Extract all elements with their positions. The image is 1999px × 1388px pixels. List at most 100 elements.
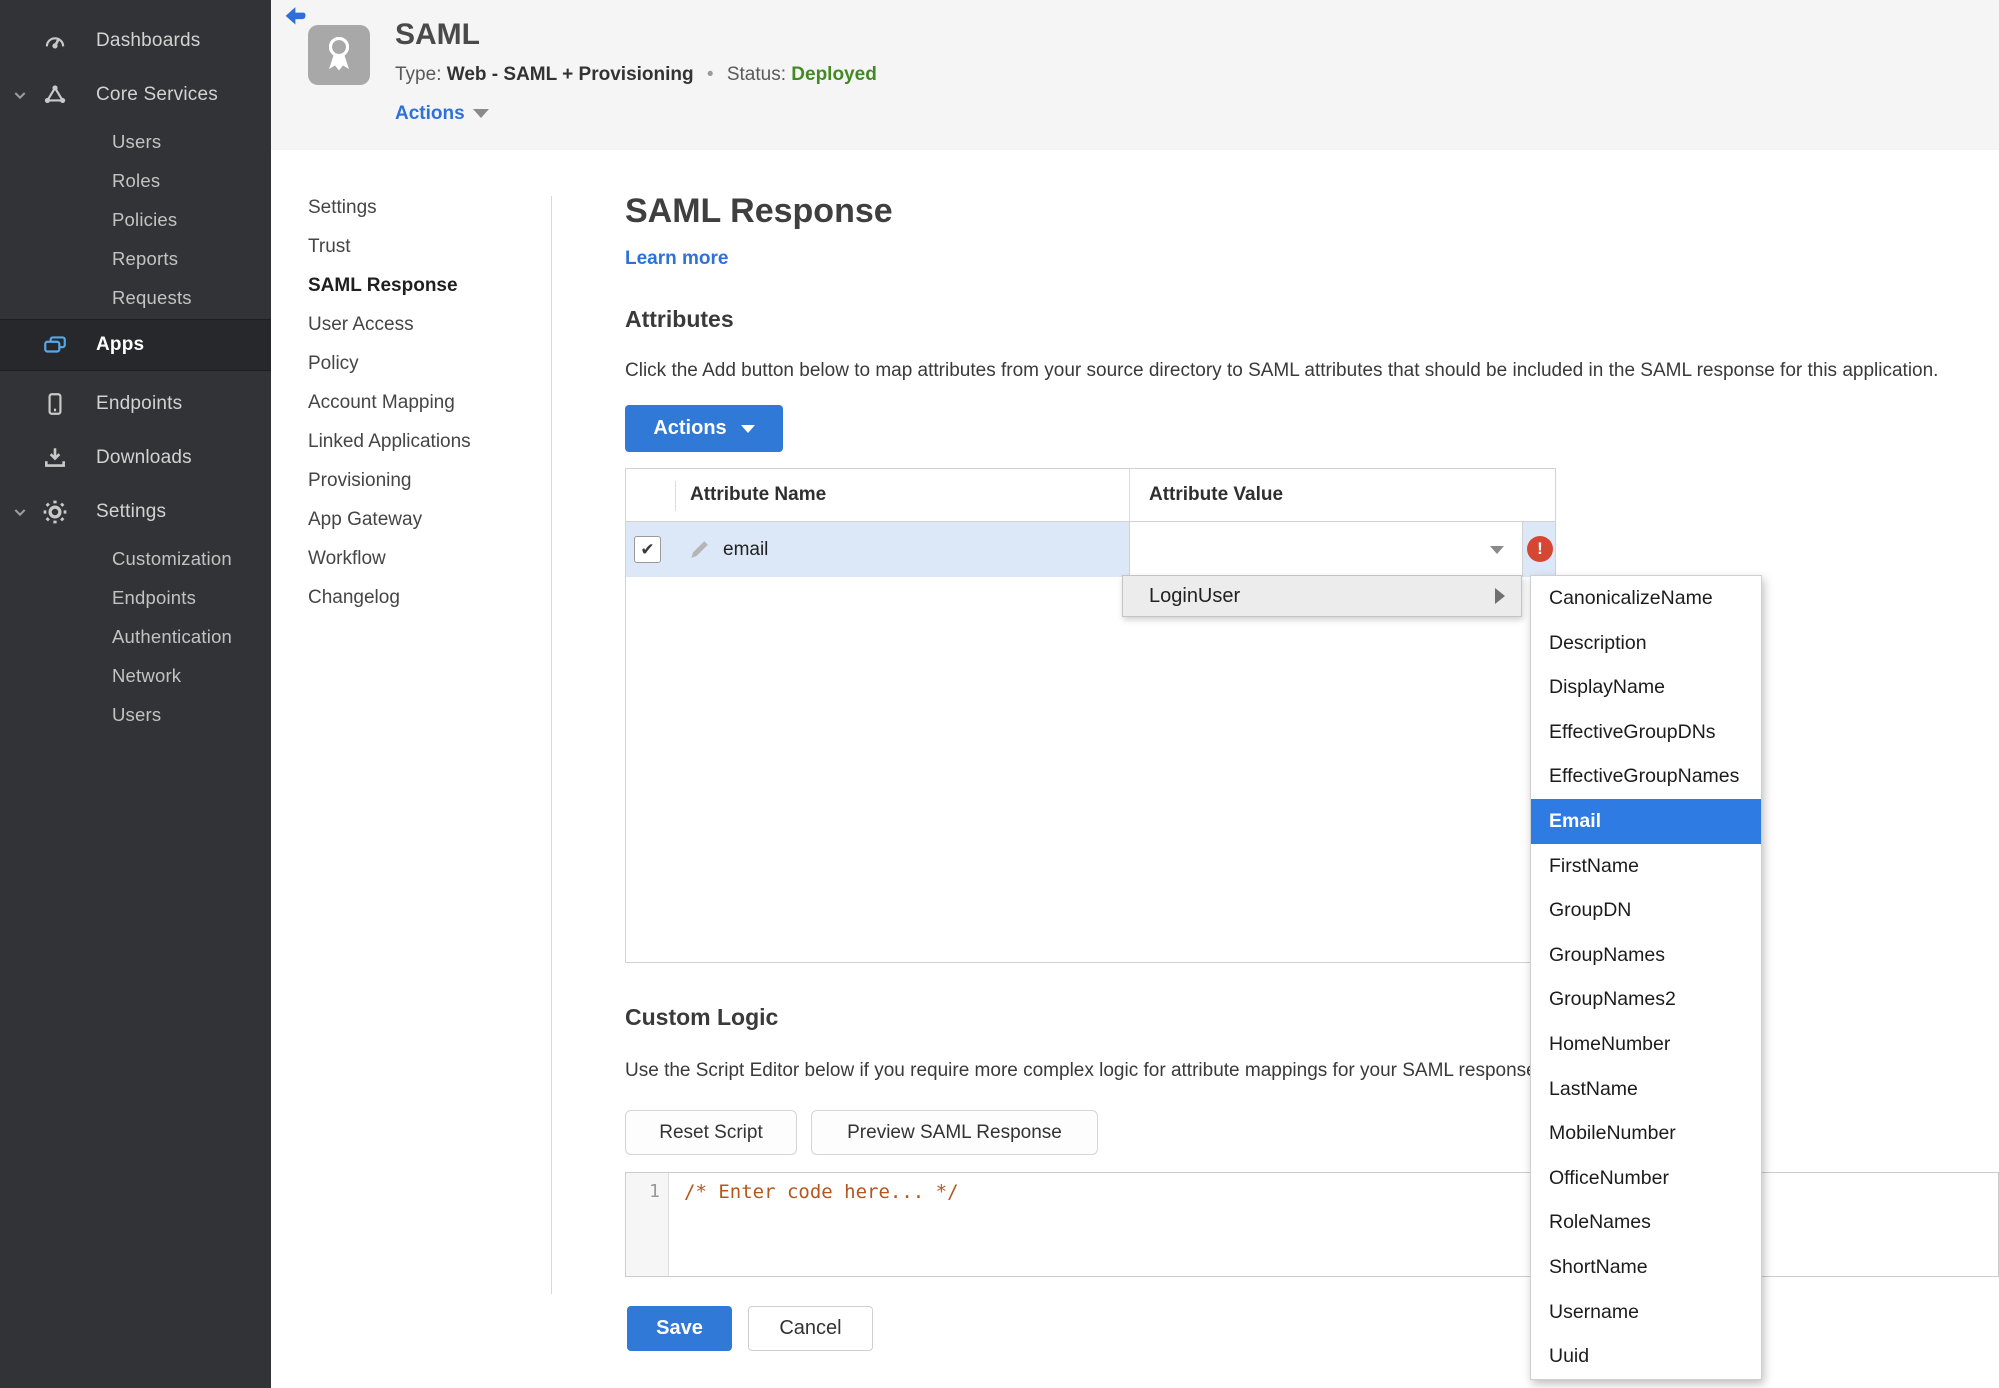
sidebar-item-label: Dashboards (96, 30, 201, 51)
status-badge: Deployed (791, 64, 877, 85)
sidebar-item-label: Endpoints (96, 393, 183, 414)
sidebar-item-reports[interactable]: Reports (0, 239, 271, 278)
submenu-item[interactable]: Email (1531, 798, 1761, 844)
sidebar-item-settings[interactable]: Settings (0, 485, 271, 539)
row-checkbox[interactable]: ✔ (634, 536, 661, 563)
subnav-item[interactable]: App Gateway (308, 500, 528, 539)
sidebar-item-downloads[interactable]: Downloads (0, 431, 271, 485)
cancel-button[interactable]: Cancel (748, 1306, 873, 1351)
table-header: Attribute Name Attribute Value (626, 469, 1555, 522)
submenu-item[interactable]: EffectiveGroupNames (1531, 754, 1761, 799)
submenu-item[interactable]: GroupDN (1531, 888, 1761, 933)
editor-gutter: 1 (626, 1173, 669, 1276)
editor-code: /* Enter code here... */ (684, 1181, 959, 1203)
submenu-item[interactable]: FirstName (1531, 844, 1761, 889)
sidebar-item-label: Settings (96, 501, 167, 522)
custom-logic-heading: Custom Logic (625, 1004, 779, 1030)
phone-icon (42, 391, 68, 417)
attribute-value-combobox[interactable] (1129, 522, 1523, 577)
error-icon: ! (1527, 536, 1553, 562)
submenu-item[interactable]: GroupNames2 (1531, 977, 1761, 1022)
sidebar-item-endpoints[interactable]: Endpoints (0, 377, 271, 431)
app-title: SAML (395, 18, 480, 51)
submenu-item[interactable]: LastName (1531, 1067, 1761, 1112)
chevron-down-icon (1490, 546, 1504, 554)
submenu-item[interactable]: MobileNumber (1531, 1111, 1761, 1156)
subnav-item[interactable]: SAML Response (308, 266, 528, 305)
submenu-item[interactable]: Description (1531, 621, 1761, 666)
sidebar-item-customization[interactable]: Customization (0, 539, 271, 578)
app-logo (308, 25, 370, 85)
type-value: Web - SAML + Provisioning (446, 64, 694, 85)
table-row[interactable]: ✔ email ! (626, 522, 1555, 577)
subnav-item[interactable]: Changelog (308, 578, 528, 617)
gear-icon (42, 499, 68, 525)
sidebar-item-apps[interactable]: Apps (0, 319, 271, 371)
chevron-down-icon (472, 109, 489, 119)
loginuser-submenu: CanonicalizeName Description DisplayName… (1530, 575, 1762, 1380)
sidebar-item-dashboards[interactable]: Dashboards (0, 14, 271, 68)
chevron-down-icon (12, 87, 28, 103)
submenu-item[interactable]: DisplayName (1531, 665, 1761, 710)
line-number: 1 (649, 1181, 660, 1202)
submenu-item[interactable]: ShortName (1531, 1245, 1761, 1290)
learn-more-link[interactable]: Learn more (625, 248, 728, 270)
download-icon (42, 445, 68, 471)
app-section-nav: Settings Trust SAML Response User Access… (308, 188, 528, 617)
submenu-item[interactable]: Username (1531, 1290, 1761, 1335)
sidebar-item-network[interactable]: Network (0, 656, 271, 695)
subnav-item[interactable]: Settings (308, 188, 528, 227)
app-meta: Type: Web - SAML + Provisioning • Status… (395, 64, 877, 86)
meta-separator: • (706, 64, 714, 85)
submenu-item[interactable]: GroupNames (1531, 933, 1761, 978)
chevron-down-icon (740, 424, 755, 433)
submenu-arrow-icon (1495, 588, 1505, 604)
back-arrow-icon[interactable] (284, 6, 310, 30)
sidebar-item-label: Core Services (96, 84, 218, 105)
subnav-item[interactable]: Policy (308, 344, 528, 383)
header-actions-menu[interactable]: Actions (395, 103, 489, 125)
attributes-description: Click the Add button below to map attrib… (625, 360, 1939, 381)
submenu-item[interactable]: EffectiveGroupDNs (1531, 710, 1761, 755)
custom-logic-description: Use the Script Editor below if you requi… (625, 1060, 1542, 1081)
dropdown-item-label: LoginUser (1149, 584, 1241, 607)
attributes-heading: Attributes (625, 306, 734, 332)
save-button[interactable]: Save (627, 1306, 732, 1351)
submenu-item[interactable]: OfficeNumber (1531, 1156, 1761, 1201)
page-title: SAML Response (625, 192, 893, 230)
chevron-down-icon (12, 504, 28, 520)
status-label: Status: (726, 64, 786, 85)
sidebar-item-users[interactable]: Users (0, 122, 271, 161)
subnav-item[interactable]: Workflow (308, 539, 528, 578)
sidebar-item-authentication[interactable]: Authentication (0, 617, 271, 656)
value-dropdown-loginuser[interactable]: LoginUser (1122, 575, 1522, 617)
attribute-name-cell: email (723, 538, 769, 560)
sidebar-item-core-services[interactable]: Core Services (0, 68, 271, 122)
script-editor[interactable]: 1 /* Enter code here... */ (625, 1172, 1999, 1277)
attributes-table: Attribute Name Attribute Value ✔ email ! (625, 468, 1556, 963)
submenu-item[interactable]: RoleNames (1531, 1200, 1761, 1245)
subnav-item[interactable]: Linked Applications (308, 422, 528, 461)
submenu-item[interactable]: CanonicalizeName (1531, 576, 1761, 621)
reset-script-button[interactable]: Reset Script (625, 1110, 797, 1155)
subnav-item[interactable]: Provisioning (308, 461, 528, 500)
subnav-item[interactable]: Account Mapping (308, 383, 528, 422)
edit-pencil-icon[interactable] (688, 539, 710, 561)
type-label: Type: (395, 64, 442, 85)
sidebar-item-policies[interactable]: Policies (0, 200, 271, 239)
sidebar-item-requests[interactable]: Requests (0, 278, 271, 317)
sidebar-item-settings-endpoints[interactable]: Endpoints (0, 578, 271, 617)
subnav-item[interactable]: User Access (308, 305, 528, 344)
submenu-item[interactable]: Uuid (1531, 1334, 1761, 1379)
app-header: SAML Type: Web - SAML + Provisioning • S… (271, 0, 1999, 150)
core-services-icon (42, 82, 68, 108)
sidebar-item-settings-users[interactable]: Users (0, 695, 271, 734)
submenu-item[interactable]: HomeNumber (1531, 1022, 1761, 1067)
sidebar-item-roles[interactable]: Roles (0, 161, 271, 200)
subnav-item[interactable]: Trust (308, 227, 528, 266)
sidebar-item-label: Apps (96, 334, 145, 355)
preview-saml-response-button[interactable]: Preview SAML Response (811, 1110, 1098, 1155)
attributes-actions-button[interactable]: Actions (625, 405, 783, 452)
primary-sidebar: Dashboards Core Services Users Roles Pol… (0, 0, 271, 1388)
column-header-attribute-name: Attribute Name (690, 484, 827, 505)
